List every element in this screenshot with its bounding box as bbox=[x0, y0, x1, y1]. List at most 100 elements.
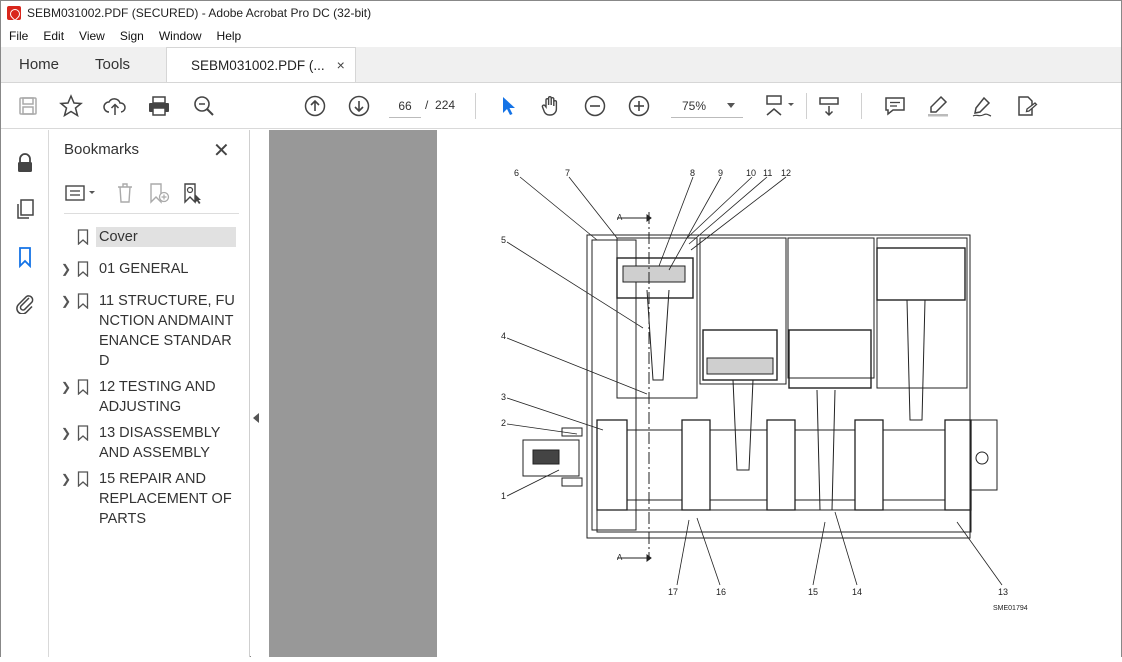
callout-number: 9 bbox=[718, 168, 723, 178]
acrobat-app-icon bbox=[7, 6, 21, 20]
scroll-mode-icon[interactable] bbox=[816, 93, 842, 119]
callout-number: 11 bbox=[763, 168, 772, 178]
callout-number: 5 bbox=[501, 235, 506, 245]
tab-document-label: SEBM031002.PDF (... bbox=[191, 57, 325, 73]
menu-edit[interactable]: Edit bbox=[35, 29, 71, 43]
menu-file[interactable]: File bbox=[1, 29, 35, 43]
comment-icon[interactable] bbox=[882, 93, 908, 119]
page-total: 224 bbox=[435, 98, 456, 112]
bookmark-label: Cover bbox=[96, 227, 236, 247]
toolbar-divider bbox=[806, 93, 807, 119]
menu-window[interactable]: Window bbox=[151, 29, 209, 43]
page-count-label: / 224 bbox=[425, 98, 455, 112]
sign-icon[interactable] bbox=[969, 93, 995, 119]
menu-sign[interactable]: Sign bbox=[112, 29, 151, 43]
menu-view[interactable]: View bbox=[71, 29, 112, 43]
zoom-out-icon[interactable] bbox=[582, 93, 608, 119]
bookmark-item-13-disassembly[interactable]: ❯ 13 DISASSEMBLY AND ASSEMBLY bbox=[59, 423, 244, 463]
tab-home[interactable]: Home bbox=[1, 47, 77, 82]
left-navigation-rail bbox=[1, 130, 49, 657]
bookmark-icon bbox=[75, 377, 91, 397]
chevron-right-icon[interactable]: ❯ bbox=[59, 469, 73, 489]
viewer-gutter bbox=[269, 130, 437, 657]
title-bar: SEBM031002.PDF (SECURED) - Adobe Acrobat… bbox=[1, 1, 1121, 25]
page-number-input[interactable]: 66 bbox=[389, 94, 421, 118]
section-marker-bottom: A bbox=[617, 553, 623, 562]
collapse-panel-icon[interactable] bbox=[253, 413, 259, 423]
callout-number: 14 bbox=[852, 587, 862, 597]
bookmark-item-01-general[interactable]: ❯ 01 GENERAL bbox=[59, 259, 244, 279]
callout-number: 7 bbox=[565, 168, 570, 178]
toolbar-divider bbox=[475, 93, 476, 119]
zoom-in-icon[interactable] bbox=[626, 93, 652, 119]
more-tools-icon[interactable] bbox=[1013, 93, 1039, 119]
close-icon[interactable]: ✕ bbox=[213, 138, 230, 163]
callout-number: 4 bbox=[501, 331, 506, 341]
chevron-right-icon[interactable]: ❯ bbox=[59, 423, 73, 443]
bookmark-item-15-repair[interactable]: ❯ 15 REPAIR AND REPLACEMENT OF PARTS bbox=[59, 469, 244, 529]
zoom-search-icon[interactable] bbox=[191, 93, 217, 119]
lock-icon[interactable] bbox=[12, 150, 38, 176]
save-icon[interactable] bbox=[15, 93, 41, 119]
new-bookmark-icon[interactable] bbox=[146, 180, 172, 206]
tab-document[interactable]: SEBM031002.PDF (... × bbox=[166, 47, 356, 82]
fit-page-icon[interactable] bbox=[761, 93, 801, 119]
bookmark-label: 11 STRUCTURE, FUNCTION ANDMAINTENANCE ST… bbox=[99, 293, 235, 369]
engine-cross-section-drawing: A A 6 7 8 9 10 11 12 5 4 3 2 1 17 16 15 … bbox=[501, 168, 1028, 612]
bookmark-item-12-testing[interactable]: ❯ 12 TESTING AND ADJUSTING bbox=[59, 377, 244, 417]
callout-number: 8 bbox=[690, 168, 695, 178]
chevron-down-icon bbox=[727, 103, 735, 108]
menu-bar: File Edit View Sign Window Help bbox=[1, 25, 1121, 47]
bookmark-item-11-structure[interactable]: ❯ 11 STRUCTURE, FUNCTION ANDMAINTENANCE … bbox=[59, 291, 244, 371]
bookmark-label: 15 REPAIR AND REPLACEMENT OF PARTS bbox=[99, 471, 232, 527]
toolbar-divider bbox=[861, 93, 862, 119]
callout-number: 2 bbox=[501, 418, 506, 428]
chevron-right-icon[interactable]: ❯ bbox=[59, 259, 73, 279]
highlight-icon[interactable] bbox=[925, 93, 951, 119]
chevron-right-icon[interactable]: ❯ bbox=[59, 291, 73, 311]
main-toolbar: 66 / 224 75% bbox=[1, 83, 1121, 129]
bookmark-icon bbox=[75, 469, 91, 489]
hand-icon[interactable] bbox=[538, 93, 564, 119]
callout-number: 10 bbox=[746, 168, 756, 178]
bookmark-spacer bbox=[59, 227, 73, 247]
delete-bookmark-icon[interactable] bbox=[112, 180, 138, 206]
next-page-icon[interactable] bbox=[346, 93, 372, 119]
bookmark-label: 12 TESTING AND ADJUSTING bbox=[99, 379, 216, 415]
section-marker-top: A bbox=[617, 213, 623, 222]
callout-number: 12 bbox=[781, 168, 791, 178]
bookmarks-toolbar bbox=[64, 180, 239, 214]
callout-number: 1 bbox=[501, 491, 506, 501]
window-title: SEBM031002.PDF (SECURED) - Adobe Acrobat… bbox=[27, 6, 372, 20]
callout-number: 6 bbox=[514, 168, 519, 178]
attachments-icon[interactable] bbox=[12, 290, 38, 316]
zoom-level-value: 75% bbox=[682, 98, 707, 113]
tab-bar: Home Tools SEBM031002.PDF (... × bbox=[1, 47, 1121, 83]
callout-number: 15 bbox=[808, 587, 818, 597]
bookmark-item-cover[interactable]: Cover bbox=[59, 227, 244, 247]
app-window: SEBM031002.PDF (SECURED) - Adobe Acrobat… bbox=[0, 0, 1122, 657]
previous-page-icon[interactable] bbox=[302, 93, 328, 119]
tab-close-button[interactable]: × bbox=[337, 57, 345, 73]
bookmark-label: 01 GENERAL bbox=[99, 261, 189, 277]
bookmarks-panel-title: Bookmarks bbox=[64, 141, 140, 158]
pdf-page: A A 6 7 8 9 10 11 12 5 4 3 2 1 17 16 15 … bbox=[437, 130, 1119, 657]
bookmarks-icon[interactable] bbox=[12, 244, 38, 270]
bookmark-icon bbox=[75, 423, 91, 443]
zoom-level-select[interactable]: 75% bbox=[671, 94, 743, 118]
pages-icon[interactable] bbox=[12, 196, 38, 222]
callout-number: 16 bbox=[716, 587, 726, 597]
menu-help[interactable]: Help bbox=[209, 29, 249, 43]
find-bookmark-icon[interactable] bbox=[180, 180, 206, 206]
callout-number: 17 bbox=[668, 587, 678, 597]
upload-icon[interactable] bbox=[102, 93, 128, 119]
page-separator: / bbox=[425, 98, 429, 112]
bookmark-icon bbox=[75, 259, 91, 279]
bookmark-star-icon[interactable] bbox=[58, 93, 84, 119]
drawing-code: SME01794 bbox=[993, 605, 1028, 612]
bookmark-options-icon[interactable] bbox=[64, 180, 100, 206]
tab-tools[interactable]: Tools bbox=[77, 47, 148, 82]
select-cursor-icon[interactable] bbox=[495, 93, 521, 119]
chevron-right-icon[interactable]: ❯ bbox=[59, 377, 73, 397]
print-icon[interactable] bbox=[146, 93, 172, 119]
